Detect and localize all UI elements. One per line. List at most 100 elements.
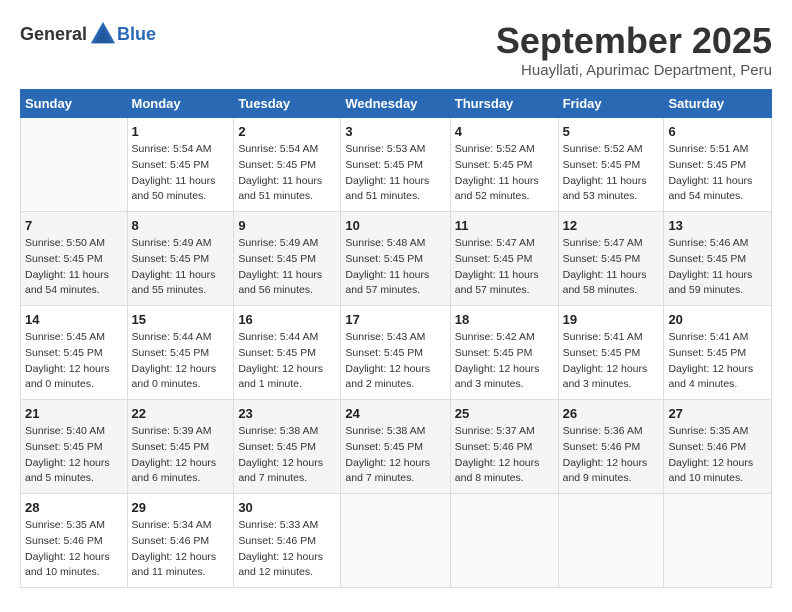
calendar-cell: 3 Sunrise: 5:53 AM Sunset: 5:45 PM Daylig…: [341, 118, 450, 212]
weekday-header-friday: Friday: [558, 90, 664, 118]
calendar-table: SundayMondayTuesdayWednesdayThursdayFrid…: [20, 89, 772, 588]
day-number: 26: [563, 406, 660, 421]
logo: General Blue: [20, 20, 156, 48]
day-info: Sunrise: 5:51 AM Sunset: 5:45 PM Dayligh…: [668, 142, 767, 205]
weekday-header-tuesday: Tuesday: [234, 90, 341, 118]
calendar-cell: 30 Sunrise: 5:33 AM Sunset: 5:46 PM Dayli…: [234, 494, 341, 588]
day-info: Sunrise: 5:52 AM Sunset: 5:45 PM Dayligh…: [563, 142, 660, 205]
calendar-cell: 14 Sunrise: 5:45 AM Sunset: 5:45 PM Dayli…: [21, 306, 128, 400]
day-info: Sunrise: 5:38 AM Sunset: 5:45 PM Dayligh…: [345, 424, 445, 487]
calendar-cell: 5 Sunrise: 5:52 AM Sunset: 5:45 PM Daylig…: [558, 118, 664, 212]
day-info: Sunrise: 5:54 AM Sunset: 5:45 PM Dayligh…: [238, 142, 336, 205]
calendar-week-row: 14 Sunrise: 5:45 AM Sunset: 5:45 PM Dayli…: [21, 306, 772, 400]
logo-blue: Blue: [117, 24, 156, 45]
day-number: 22: [132, 406, 230, 421]
calendar-cell: 21 Sunrise: 5:40 AM Sunset: 5:45 PM Dayli…: [21, 400, 128, 494]
logo-icon: [89, 20, 117, 48]
calendar-cell: 7 Sunrise: 5:50 AM Sunset: 5:45 PM Daylig…: [21, 212, 128, 306]
calendar-cell: 17 Sunrise: 5:43 AM Sunset: 5:45 PM Dayli…: [341, 306, 450, 400]
calendar-week-row: 7 Sunrise: 5:50 AM Sunset: 5:45 PM Daylig…: [21, 212, 772, 306]
day-info: Sunrise: 5:35 AM Sunset: 5:46 PM Dayligh…: [25, 518, 123, 581]
calendar-cell: 16 Sunrise: 5:44 AM Sunset: 5:45 PM Dayli…: [234, 306, 341, 400]
day-number: 28: [25, 500, 123, 515]
calendar-cell: 24 Sunrise: 5:38 AM Sunset: 5:45 PM Dayli…: [341, 400, 450, 494]
day-number: 2: [238, 124, 336, 139]
day-number: 24: [345, 406, 445, 421]
day-number: 19: [563, 312, 660, 327]
calendar-cell: 6Sunrise: 5:51 AM Sunset: 5:45 PM Daylig…: [664, 118, 772, 212]
day-info: Sunrise: 5:44 AM Sunset: 5:45 PM Dayligh…: [238, 330, 336, 393]
weekday-header-row: SundayMondayTuesdayWednesdayThursdayFrid…: [21, 90, 772, 118]
day-info: Sunrise: 5:45 AM Sunset: 5:45 PM Dayligh…: [25, 330, 123, 393]
calendar-cell: 4 Sunrise: 5:52 AM Sunset: 5:45 PM Daylig…: [450, 118, 558, 212]
day-info: Sunrise: 5:48 AM Sunset: 5:45 PM Dayligh…: [345, 236, 445, 299]
location-subtitle: Huayllati, Apurimac Department, Peru: [496, 62, 772, 79]
weekday-header-wednesday: Wednesday: [341, 90, 450, 118]
page-header: General Blue September 2025 Huayllati, A…: [20, 20, 772, 79]
day-info: Sunrise: 5:39 AM Sunset: 5:45 PM Dayligh…: [132, 424, 230, 487]
weekday-header-saturday: Saturday: [664, 90, 772, 118]
calendar-cell: 29 Sunrise: 5:34 AM Sunset: 5:46 PM Dayli…: [127, 494, 234, 588]
logo-general: General: [20, 24, 87, 45]
day-number: 7: [25, 218, 123, 233]
calendar-cell: 19 Sunrise: 5:41 AM Sunset: 5:45 PM Dayli…: [558, 306, 664, 400]
day-info: Sunrise: 5:34 AM Sunset: 5:46 PM Dayligh…: [132, 518, 230, 581]
day-number: 20: [668, 312, 767, 327]
calendar-cell: 1 Sunrise: 5:54 AM Sunset: 5:45 PM Daylig…: [127, 118, 234, 212]
day-number: 4: [455, 124, 554, 139]
calendar-cell: 26 Sunrise: 5:36 AM Sunset: 5:46 PM Dayli…: [558, 400, 664, 494]
day-info: Sunrise: 5:44 AM Sunset: 5:45 PM Dayligh…: [132, 330, 230, 393]
day-info: Sunrise: 5:47 AM Sunset: 5:45 PM Dayligh…: [563, 236, 660, 299]
day-number: 16: [238, 312, 336, 327]
calendar-cell: [450, 494, 558, 588]
calendar-cell: 28 Sunrise: 5:35 AM Sunset: 5:46 PM Dayli…: [21, 494, 128, 588]
day-number: 25: [455, 406, 554, 421]
day-info: Sunrise: 5:46 AM Sunset: 5:45 PM Dayligh…: [668, 236, 767, 299]
day-info: Sunrise: 5:52 AM Sunset: 5:45 PM Dayligh…: [455, 142, 554, 205]
calendar-cell: 12Sunrise: 5:47 AM Sunset: 5:45 PM Dayli…: [558, 212, 664, 306]
calendar-cell: 18Sunrise: 5:42 AM Sunset: 5:45 PM Dayli…: [450, 306, 558, 400]
day-info: Sunrise: 5:40 AM Sunset: 5:45 PM Dayligh…: [25, 424, 123, 487]
day-info: Sunrise: 5:49 AM Sunset: 5:45 PM Dayligh…: [238, 236, 336, 299]
calendar-cell: 2 Sunrise: 5:54 AM Sunset: 5:45 PM Daylig…: [234, 118, 341, 212]
day-info: Sunrise: 5:41 AM Sunset: 5:45 PM Dayligh…: [668, 330, 767, 393]
day-number: 17: [345, 312, 445, 327]
day-number: 14: [25, 312, 123, 327]
day-info: Sunrise: 5:53 AM Sunset: 5:45 PM Dayligh…: [345, 142, 445, 205]
calendar-cell: 11Sunrise: 5:47 AM Sunset: 5:45 PM Dayli…: [450, 212, 558, 306]
day-info: Sunrise: 5:35 AM Sunset: 5:46 PM Dayligh…: [668, 424, 767, 487]
calendar-week-row: 28 Sunrise: 5:35 AM Sunset: 5:46 PM Dayli…: [21, 494, 772, 588]
day-number: 10: [345, 218, 445, 233]
day-number: 3: [345, 124, 445, 139]
day-info: Sunrise: 5:41 AM Sunset: 5:45 PM Dayligh…: [563, 330, 660, 393]
day-info: Sunrise: 5:36 AM Sunset: 5:46 PM Dayligh…: [563, 424, 660, 487]
day-number: 30: [238, 500, 336, 515]
day-number: 1: [132, 124, 230, 139]
title-area: September 2025 Huayllati, Apurimac Depar…: [496, 20, 772, 79]
day-info: Sunrise: 5:38 AM Sunset: 5:45 PM Dayligh…: [238, 424, 336, 487]
calendar-week-row: 1 Sunrise: 5:54 AM Sunset: 5:45 PM Daylig…: [21, 118, 772, 212]
day-info: Sunrise: 5:54 AM Sunset: 5:45 PM Dayligh…: [132, 142, 230, 205]
calendar-week-row: 21 Sunrise: 5:40 AM Sunset: 5:45 PM Dayli…: [21, 400, 772, 494]
day-number: 15: [132, 312, 230, 327]
weekday-header-sunday: Sunday: [21, 90, 128, 118]
day-number: 11: [455, 218, 554, 233]
day-number: 29: [132, 500, 230, 515]
calendar-cell: 10 Sunrise: 5:48 AM Sunset: 5:45 PM Dayli…: [341, 212, 450, 306]
day-number: 18: [455, 312, 554, 327]
day-number: 23: [238, 406, 336, 421]
day-number: 5: [563, 124, 660, 139]
day-info: Sunrise: 5:33 AM Sunset: 5:46 PM Dayligh…: [238, 518, 336, 581]
day-number: 8: [132, 218, 230, 233]
weekday-header-monday: Monday: [127, 90, 234, 118]
day-number: 21: [25, 406, 123, 421]
day-number: 13: [668, 218, 767, 233]
day-info: Sunrise: 5:37 AM Sunset: 5:46 PM Dayligh…: [455, 424, 554, 487]
day-info: Sunrise: 5:43 AM Sunset: 5:45 PM Dayligh…: [345, 330, 445, 393]
day-info: Sunrise: 5:50 AM Sunset: 5:45 PM Dayligh…: [25, 236, 123, 299]
calendar-cell: 15 Sunrise: 5:44 AM Sunset: 5:45 PM Dayli…: [127, 306, 234, 400]
calendar-cell: 25 Sunrise: 5:37 AM Sunset: 5:46 PM Dayli…: [450, 400, 558, 494]
month-title: September 2025: [496, 20, 772, 62]
weekday-header-thursday: Thursday: [450, 90, 558, 118]
calendar-cell: [21, 118, 128, 212]
